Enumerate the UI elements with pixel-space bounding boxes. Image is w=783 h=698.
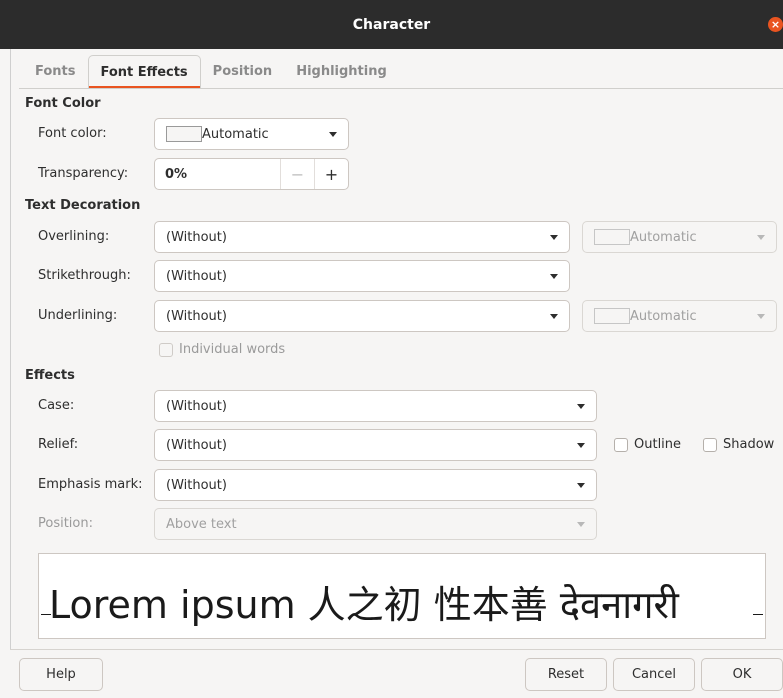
emphasis-mark-label: Emphasis mark: <box>38 477 143 492</box>
color-swatch <box>594 229 630 245</box>
emphasis-mark-value: (Without) <box>166 477 227 493</box>
overlining-color-value: Automatic <box>630 229 697 245</box>
section-text-decoration: Text Decoration <box>25 198 141 213</box>
outline-label: Outline <box>634 437 682 452</box>
section-font-color: Font Color <box>25 96 101 111</box>
chevron-down-icon <box>577 403 585 409</box>
strikethrough-value: (Without) <box>166 268 227 284</box>
overlining-label: Overlining: <box>38 229 110 244</box>
tab-bar: Fonts Font Effects Position Highlighting <box>23 55 399 89</box>
relief-dropdown[interactable]: (Without) <box>154 429 597 461</box>
underlining-value: (Without) <box>166 308 227 324</box>
color-swatch <box>166 126 202 142</box>
emphasis-mark-dropdown[interactable]: (Without) <box>154 469 597 501</box>
position-value: Above text <box>166 516 237 532</box>
checkbox-box[interactable] <box>703 437 717 452</box>
shadow-label: Shadow <box>723 437 775 452</box>
chevron-down-icon <box>577 521 585 527</box>
increase-button[interactable]: + <box>314 159 348 189</box>
reset-button[interactable]: Reset <box>525 658 607 691</box>
chevron-down-icon <box>329 131 337 137</box>
underlining-color-value: Automatic <box>630 308 697 324</box>
chevron-down-icon <box>550 234 558 240</box>
strikethrough-label: Strikethrough: <box>38 268 131 283</box>
tab-fonts[interactable]: Fonts <box>23 55 88 88</box>
outline-checkbox[interactable]: Outline <box>614 437 681 452</box>
underlining-label: Underlining: <box>38 308 118 323</box>
font-color-value: Automatic <box>202 126 269 142</box>
chevron-down-icon <box>757 234 765 240</box>
help-button[interactable]: Help <box>19 658 103 691</box>
preview-panel: Lorem ipsum 人之初 性本善 देवनागरी <box>38 553 766 639</box>
relief-label: Relief: <box>38 437 79 452</box>
close-icon[interactable]: × <box>768 17 783 32</box>
transparency-spinbox[interactable]: 0% − + <box>154 158 349 190</box>
chevron-down-icon <box>577 482 585 488</box>
chevron-down-icon <box>550 273 558 279</box>
transparency-value[interactable]: 0% <box>155 159 280 189</box>
tab-highlighting[interactable]: Highlighting <box>284 55 399 88</box>
ok-button[interactable]: OK <box>701 658 783 691</box>
title-bar: Character × <box>0 0 783 49</box>
position-label: Position: <box>38 516 93 531</box>
section-effects: Effects <box>25 368 75 383</box>
strikethrough-dropdown[interactable]: (Without) <box>154 260 570 292</box>
tab-position[interactable]: Position <box>201 55 285 88</box>
chevron-down-icon <box>550 313 558 319</box>
case-value: (Without) <box>166 398 227 414</box>
case-label: Case: <box>38 398 75 413</box>
color-swatch <box>594 308 630 324</box>
position-dropdown[interactable]: Above text <box>154 508 597 540</box>
overlining-color-dropdown[interactable]: Automatic <box>582 221 777 253</box>
font-color-label: Font color: <box>38 126 107 141</box>
relief-value: (Without) <box>166 437 227 453</box>
transparency-label: Transparency: <box>38 166 129 181</box>
underlining-dropdown[interactable]: (Without) <box>154 300 570 332</box>
individual-words-checkbox[interactable]: Individual words <box>159 342 285 357</box>
shadow-checkbox[interactable]: Shadow <box>703 437 774 452</box>
font-color-dropdown[interactable]: Automatic <box>154 118 349 150</box>
preview-text: Lorem ipsum 人之初 性本善 देवनागरी <box>49 583 679 627</box>
underlining-color-dropdown[interactable]: Automatic <box>582 300 777 332</box>
overlining-dropdown[interactable]: (Without) <box>154 221 570 253</box>
case-dropdown[interactable]: (Without) <box>154 390 597 422</box>
window-title: Character <box>352 16 431 33</box>
chevron-down-icon <box>757 313 765 319</box>
overlining-value: (Without) <box>166 229 227 245</box>
tab-font-effects[interactable]: Font Effects <box>87 55 201 89</box>
checkbox-box[interactable] <box>614 437 628 452</box>
checkbox-box[interactable] <box>159 342 173 357</box>
cancel-button[interactable]: Cancel <box>613 658 695 691</box>
decrease-button[interactable]: − <box>280 159 314 189</box>
tab-divider <box>19 88 783 89</box>
individual-words-label: Individual words <box>179 342 286 357</box>
chevron-down-icon <box>577 442 585 448</box>
